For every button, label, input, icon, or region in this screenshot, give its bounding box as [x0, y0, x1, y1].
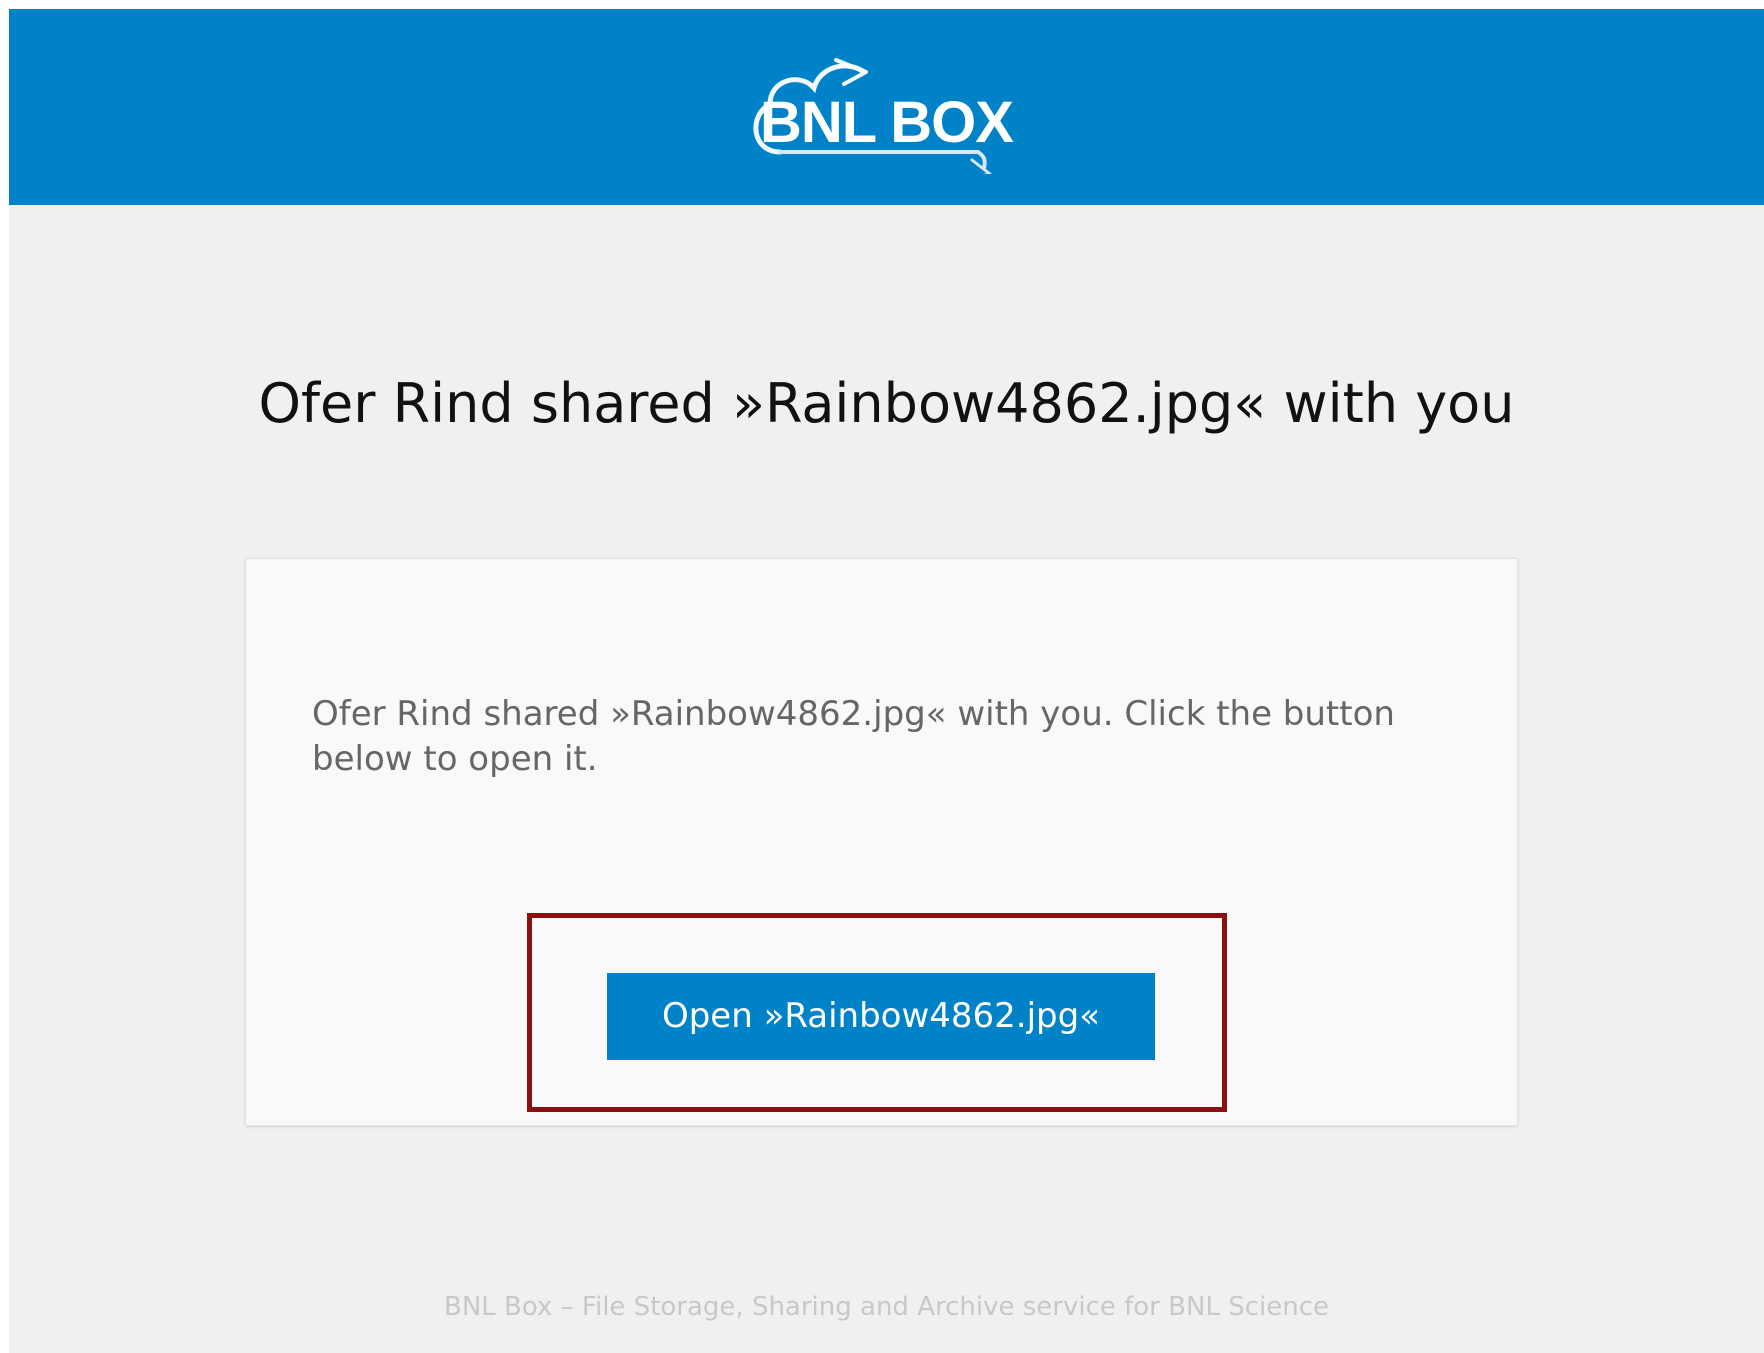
page-title: Ofer Rind shared »Rainbow4862.jpg« with …	[258, 372, 1515, 435]
header-bar: BNL BOX	[9, 9, 1764, 205]
bnl-box-logo: BNL BOX	[740, 54, 1040, 174]
open-file-button[interactable]: Open »Rainbow4862.jpg«	[607, 973, 1155, 1060]
cloud-logo-icon: BNL BOX	[753, 58, 1015, 174]
message-text: Ofer Rind shared »Rainbow4862.jpg« with …	[312, 694, 1395, 779]
footer-text: BNL Box – File Storage, Sharing and Arch…	[444, 1292, 1329, 1322]
email-container: BNL BOX Ofer Rind shared »Rainbow4862.jp…	[9, 9, 1764, 1353]
logo-text: BNL BOX	[760, 90, 1014, 155]
